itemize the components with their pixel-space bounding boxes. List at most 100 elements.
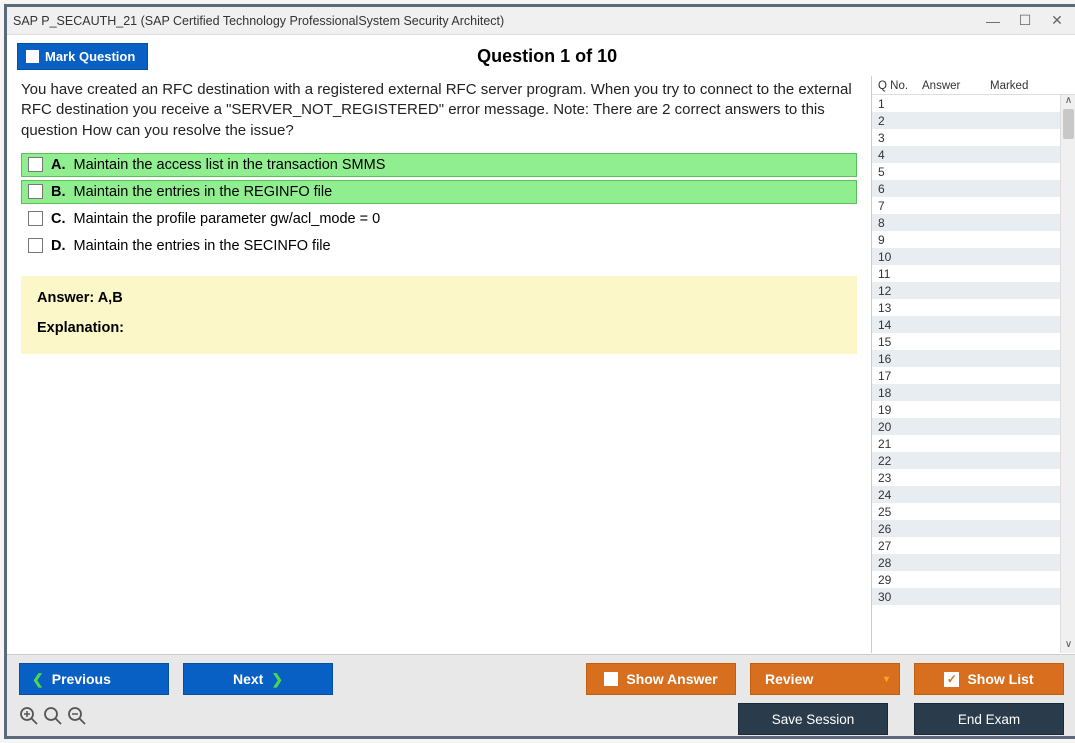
zoom-in-icon[interactable] bbox=[19, 706, 39, 732]
question-row[interactable]: 3 bbox=[872, 129, 1060, 146]
end-exam-button[interactable]: End Exam bbox=[914, 703, 1064, 735]
question-row[interactable]: 17 bbox=[872, 367, 1060, 384]
row-number: 27 bbox=[878, 539, 922, 553]
checkbox-icon[interactable] bbox=[28, 157, 43, 172]
question-row[interactable]: 22 bbox=[872, 452, 1060, 469]
question-row[interactable]: 19 bbox=[872, 401, 1060, 418]
question-row[interactable]: 6 bbox=[872, 180, 1060, 197]
question-row[interactable]: 20 bbox=[872, 418, 1060, 435]
scroll-up-icon[interactable]: ∧ bbox=[1061, 95, 1075, 109]
row-number: 15 bbox=[878, 335, 922, 349]
topbar: Mark Question Question 1 of 10 bbox=[7, 35, 1075, 76]
caret-down-icon: ▾ bbox=[884, 674, 889, 685]
row-number: 13 bbox=[878, 301, 922, 315]
question-row[interactable]: 14 bbox=[872, 316, 1060, 333]
choice-text: Maintain the entries in the SECINFO file bbox=[74, 238, 331, 254]
question-row[interactable]: 13 bbox=[872, 299, 1060, 316]
choice-c[interactable]: C. Maintain the profile parameter gw/acl… bbox=[21, 207, 857, 231]
question-row[interactable]: 28 bbox=[872, 554, 1060, 571]
question-row[interactable]: 30 bbox=[872, 588, 1060, 605]
question-row[interactable]: 27 bbox=[872, 537, 1060, 554]
choice-letter: C. bbox=[51, 211, 66, 227]
footer-row-1: ❮ Previous Next ❯ Show Answer Review ▾ ✓… bbox=[19, 663, 1064, 695]
question-row[interactable]: 21 bbox=[872, 435, 1060, 452]
question-row[interactable]: 29 bbox=[872, 571, 1060, 588]
question-row[interactable]: 23 bbox=[872, 469, 1060, 486]
answer-box: Answer: A,B Explanation: bbox=[21, 276, 857, 354]
question-row[interactable]: 1 bbox=[872, 95, 1060, 112]
next-button[interactable]: Next ❯ bbox=[183, 663, 333, 695]
choice-d[interactable]: D. Maintain the entries in the SECINFO f… bbox=[21, 234, 857, 258]
question-content: You have created an RFC destination with… bbox=[7, 76, 871, 653]
previous-button[interactable]: ❮ Previous bbox=[19, 663, 169, 695]
row-number: 22 bbox=[878, 454, 922, 468]
save-session-button[interactable]: Save Session bbox=[738, 703, 888, 735]
question-row[interactable]: 11 bbox=[872, 265, 1060, 282]
choice-text: Maintain the access list in the transact… bbox=[74, 157, 386, 173]
save-session-label: Save Session bbox=[772, 712, 855, 727]
checkbox-icon[interactable] bbox=[28, 238, 43, 253]
close-icon[interactable]: ✕ bbox=[1050, 14, 1064, 28]
zoom-out-icon[interactable] bbox=[67, 706, 87, 732]
question-row[interactable]: 16 bbox=[872, 350, 1060, 367]
question-text: You have created an RFC destination with… bbox=[21, 80, 857, 141]
row-number: 9 bbox=[878, 233, 922, 247]
footer: ❮ Previous Next ❯ Show Answer Review ▾ ✓… bbox=[7, 654, 1075, 736]
question-row[interactable]: 26 bbox=[872, 520, 1060, 537]
show-answer-label: Show Answer bbox=[626, 671, 717, 687]
zoom-reset-icon[interactable] bbox=[43, 706, 63, 732]
footer-row-2: Save Session End Exam bbox=[19, 703, 1064, 735]
row-number: 11 bbox=[878, 267, 922, 281]
next-label: Next bbox=[233, 671, 263, 687]
explanation-label: Explanation: bbox=[37, 320, 841, 336]
row-number: 23 bbox=[878, 471, 922, 485]
question-row[interactable]: 12 bbox=[872, 282, 1060, 299]
question-row[interactable]: 24 bbox=[872, 486, 1060, 503]
show-list-label: Show List bbox=[967, 671, 1033, 687]
window-controls: — ☐ ✕ bbox=[986, 14, 1070, 28]
row-number: 3 bbox=[878, 131, 922, 145]
checkbox-icon[interactable] bbox=[28, 211, 43, 226]
answer-label: Answer: A,B bbox=[37, 290, 841, 306]
question-row[interactable]: 5 bbox=[872, 163, 1060, 180]
col-marked: Marked bbox=[990, 80, 1072, 92]
row-number: 26 bbox=[878, 522, 922, 536]
row-number: 19 bbox=[878, 403, 922, 417]
choice-b[interactable]: B. Maintain the entries in the REGINFO f… bbox=[21, 180, 857, 204]
question-row[interactable]: 15 bbox=[872, 333, 1060, 350]
row-number: 20 bbox=[878, 420, 922, 434]
scroll-thumb[interactable] bbox=[1063, 109, 1074, 139]
choice-text: Maintain the entries in the REGINFO file bbox=[74, 184, 333, 200]
row-number: 17 bbox=[878, 369, 922, 383]
chevron-left-icon: ❮ bbox=[32, 671, 44, 688]
row-number: 10 bbox=[878, 250, 922, 264]
show-list-button[interactable]: ✓ Show List bbox=[914, 663, 1064, 695]
scrollbar[interactable]: ∧ ∨ bbox=[1060, 95, 1075, 653]
panel-body: 1234567891011121314151617181920212223242… bbox=[872, 95, 1075, 653]
question-rows: 1234567891011121314151617181920212223242… bbox=[872, 95, 1075, 605]
choice-a[interactable]: A. Maintain the access list in the trans… bbox=[21, 153, 857, 177]
show-answer-button[interactable]: Show Answer bbox=[586, 663, 736, 695]
choice-letter: A. bbox=[51, 157, 66, 173]
question-row[interactable]: 18 bbox=[872, 384, 1060, 401]
question-row[interactable]: 25 bbox=[872, 503, 1060, 520]
row-number: 2 bbox=[878, 114, 922, 128]
scroll-down-icon[interactable]: ∨ bbox=[1061, 639, 1075, 653]
question-row[interactable]: 10 bbox=[872, 248, 1060, 265]
question-row[interactable]: 9 bbox=[872, 231, 1060, 248]
row-number: 7 bbox=[878, 199, 922, 213]
checkbox-icon[interactable] bbox=[28, 184, 43, 199]
question-row[interactable]: 4 bbox=[872, 146, 1060, 163]
app-window: SAP P_SECAUTH_21 (SAP Certified Technolo… bbox=[4, 4, 1075, 739]
row-number: 4 bbox=[878, 148, 922, 162]
previous-label: Previous bbox=[52, 671, 111, 687]
question-row[interactable]: 7 bbox=[872, 197, 1060, 214]
row-number: 12 bbox=[878, 284, 922, 298]
maximize-icon[interactable]: ☐ bbox=[1018, 14, 1032, 28]
question-row[interactable]: 2 bbox=[872, 112, 1060, 129]
minimize-icon[interactable]: — bbox=[986, 14, 1000, 28]
row-number: 14 bbox=[878, 318, 922, 332]
row-number: 28 bbox=[878, 556, 922, 570]
review-button[interactable]: Review ▾ bbox=[750, 663, 900, 695]
question-row[interactable]: 8 bbox=[872, 214, 1060, 231]
